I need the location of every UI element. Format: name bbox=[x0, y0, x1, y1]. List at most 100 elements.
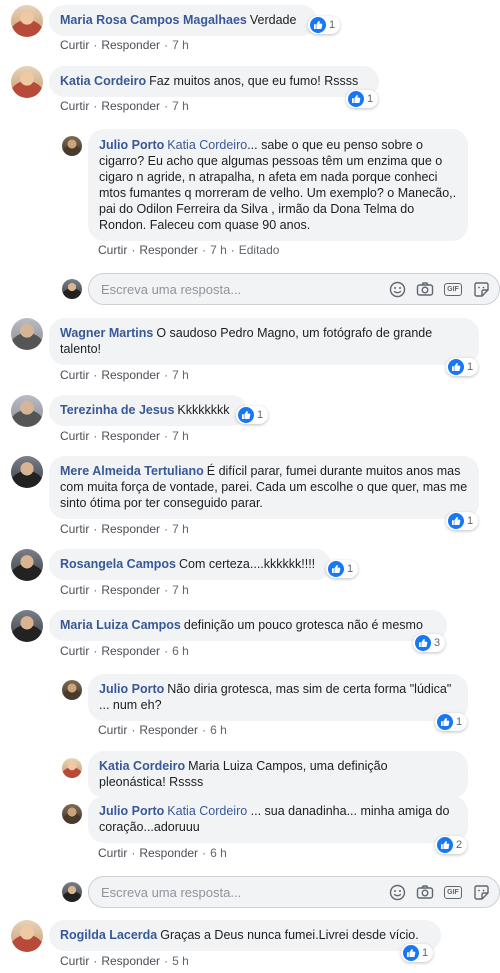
reply-link[interactable]: Responder bbox=[101, 429, 160, 443]
commenter-name[interactable]: Julio Porto bbox=[99, 682, 164, 696]
avatar[interactable] bbox=[62, 136, 82, 156]
sticker-icon[interactable] bbox=[471, 279, 491, 299]
reply-link[interactable]: Responder bbox=[139, 846, 198, 860]
reply-link[interactable]: Responder bbox=[101, 99, 160, 113]
avatar[interactable] bbox=[11, 549, 43, 581]
comment-bubble: Maria Luiza Campos definição um pouco gro… bbox=[49, 610, 447, 641]
like-count: 1 bbox=[367, 93, 374, 105]
timestamp[interactable]: 6 h bbox=[210, 723, 227, 737]
commenter-name[interactable]: Julio Porto bbox=[99, 804, 164, 818]
reaction-badge[interactable]: 1 bbox=[308, 16, 341, 34]
timestamp[interactable]: 7 h bbox=[210, 243, 227, 257]
reaction-badge[interactable]: 1 bbox=[446, 358, 479, 376]
reply-input-box[interactable]: GIF bbox=[88, 876, 500, 908]
like-icon bbox=[348, 91, 364, 107]
reaction-badge[interactable]: 2 bbox=[435, 836, 468, 854]
timestamp[interactable]: 6 h bbox=[210, 846, 227, 860]
commenter-name[interactable]: Terezinha de Jesus bbox=[60, 403, 174, 417]
emoji-icon[interactable] bbox=[387, 279, 407, 299]
comment-bubble: Rogilda Lacerda Graças a Deus nunca fumei… bbox=[49, 920, 441, 951]
timestamp[interactable]: 7 h bbox=[172, 99, 189, 113]
avatar[interactable] bbox=[11, 456, 43, 488]
like-link[interactable]: Curtir bbox=[98, 846, 127, 860]
gif-icon[interactable]: GIF bbox=[443, 279, 463, 299]
like-link[interactable]: Curtir bbox=[60, 954, 89, 968]
timestamp[interactable]: 7 h bbox=[172, 38, 189, 52]
reaction-badge[interactable]: 3 bbox=[413, 634, 446, 652]
like-count: 1 bbox=[456, 716, 463, 728]
edited-label: Editado bbox=[238, 243, 280, 257]
reply-input[interactable] bbox=[101, 884, 387, 900]
timestamp[interactable]: 7 h bbox=[172, 368, 189, 382]
reply-link[interactable]: Responder bbox=[101, 522, 160, 536]
timestamp[interactable]: 7 h bbox=[172, 583, 189, 597]
reply-link[interactable]: Responder bbox=[139, 723, 198, 737]
commenter-name[interactable]: Wagner Martins bbox=[60, 326, 153, 340]
like-link[interactable]: Curtir bbox=[60, 583, 89, 597]
like-count: 3 bbox=[434, 637, 441, 649]
reply-link[interactable]: Responder bbox=[101, 583, 160, 597]
commenter-name[interactable]: Katia Cordeiro bbox=[99, 759, 185, 773]
reaction-badge[interactable]: 1 bbox=[435, 713, 468, 731]
like-icon bbox=[448, 513, 464, 529]
mention-link[interactable]: Katia Cordeiro bbox=[167, 804, 247, 818]
comment-actions: Curtir · Responder · 7 h bbox=[60, 368, 189, 382]
comment-actions: Curtir · Responder · 7 h bbox=[60, 583, 189, 597]
reaction-badge[interactable]: 1 bbox=[326, 560, 359, 578]
camera-icon[interactable] bbox=[415, 882, 435, 902]
like-link[interactable]: Curtir bbox=[60, 99, 89, 113]
comment-bubble: Julio Porto Katia Cordeiro ... sua danadi… bbox=[88, 796, 468, 843]
commenter-name[interactable]: Rogilda Lacerda bbox=[60, 928, 157, 942]
reply-input-box[interactable]: GIF bbox=[88, 273, 500, 305]
commenter-name[interactable]: Rosangela Campos bbox=[60, 557, 176, 571]
avatar[interactable] bbox=[11, 318, 43, 350]
like-link[interactable]: Curtir bbox=[60, 429, 89, 443]
commenter-name[interactable]: Julio Porto bbox=[99, 138, 164, 152]
like-count: 1 bbox=[467, 515, 474, 527]
comment-bubble: Katia Cordeiro Faz muitos anos, que eu fu… bbox=[49, 66, 379, 97]
commenter-name[interactable]: Katia Cordeiro bbox=[60, 74, 146, 88]
reaction-badge[interactable]: 1 bbox=[236, 406, 269, 424]
avatar[interactable] bbox=[62, 680, 82, 700]
avatar[interactable] bbox=[11, 610, 43, 642]
like-link[interactable]: Curtir bbox=[98, 723, 127, 737]
avatar[interactable] bbox=[62, 758, 82, 778]
commenter-name[interactable]: Mere Almeida Tertuliano bbox=[60, 464, 204, 478]
reply-link[interactable]: Responder bbox=[101, 644, 160, 658]
reaction-badge[interactable]: 1 bbox=[346, 90, 379, 108]
like-link[interactable]: Curtir bbox=[60, 38, 89, 52]
avatar[interactable] bbox=[11, 5, 43, 37]
reaction-badge[interactable]: 1 bbox=[401, 944, 434, 962]
comment-actions: Curtir · Responder · 7 h bbox=[60, 429, 189, 443]
like-link[interactable]: Curtir bbox=[60, 522, 89, 536]
sticker-icon[interactable] bbox=[471, 882, 491, 902]
commenter-name[interactable]: Maria Luiza Campos bbox=[60, 618, 181, 632]
comment-bubble: Wagner Martins O saudoso Pedro Magno, um … bbox=[49, 318, 479, 365]
avatar[interactable] bbox=[11, 920, 43, 952]
like-link[interactable]: Curtir bbox=[98, 243, 127, 257]
like-icon bbox=[437, 714, 453, 730]
camera-icon[interactable] bbox=[415, 279, 435, 299]
reply-link[interactable]: Responder bbox=[101, 368, 160, 382]
gif-icon[interactable]: GIF bbox=[443, 882, 463, 902]
like-link[interactable]: Curtir bbox=[60, 368, 89, 382]
avatar[interactable] bbox=[11, 395, 43, 427]
like-link[interactable]: Curtir bbox=[60, 644, 89, 658]
avatar[interactable] bbox=[11, 66, 43, 98]
commenter-name[interactable]: Maria Rosa Campos Magalhaes bbox=[60, 13, 247, 27]
reply-link[interactable]: Responder bbox=[101, 954, 160, 968]
mention-link[interactable]: Katia Cordeiro bbox=[167, 138, 247, 152]
timestamp[interactable]: 6 h bbox=[172, 644, 189, 658]
comment-bubble: Julio Porto Não diria grotesca, mas sim d… bbox=[88, 674, 468, 721]
reply-link[interactable]: Responder bbox=[139, 243, 198, 257]
reaction-badge[interactable]: 1 bbox=[446, 512, 479, 530]
comment-actions: Curtir · Responder · 7 h bbox=[60, 38, 189, 52]
timestamp[interactable]: 7 h bbox=[172, 429, 189, 443]
emoji-icon[interactable] bbox=[387, 882, 407, 902]
avatar bbox=[62, 882, 82, 902]
avatar[interactable] bbox=[62, 804, 82, 824]
reply-input[interactable] bbox=[101, 281, 387, 297]
reply-link[interactable]: Responder bbox=[101, 38, 160, 52]
timestamp[interactable]: 7 h bbox=[172, 522, 189, 536]
timestamp[interactable]: 5 h bbox=[172, 954, 189, 968]
